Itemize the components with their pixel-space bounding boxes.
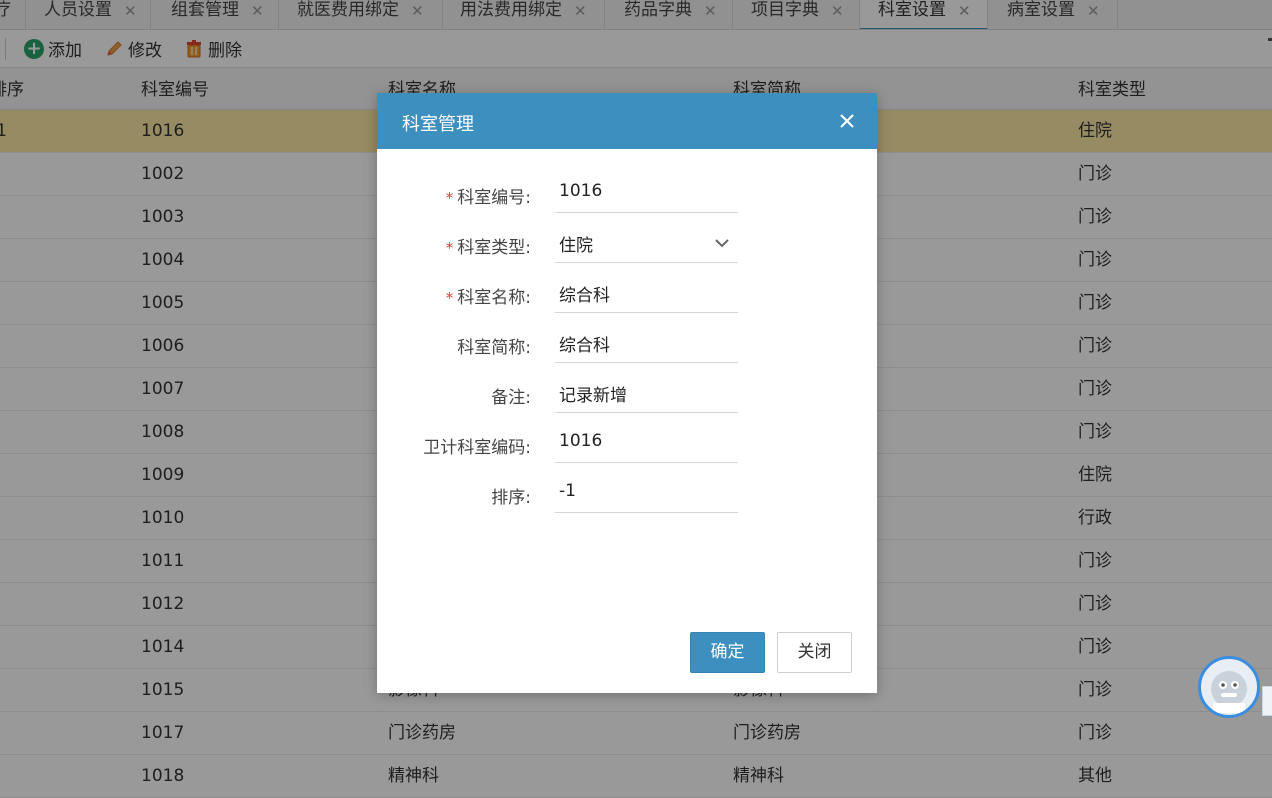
dialog-header: 科室管理: [377, 93, 877, 149]
assistant-side-tab[interactable]: [1262, 686, 1272, 716]
field-value: 1016: [559, 431, 603, 451]
required-asterisk: *: [445, 189, 454, 207]
field-label: * 科室编号:: [446, 183, 531, 208]
form-row: 卫计科室编码: 1016: [377, 423, 877, 463]
department-type-select[interactable]: 住院: [555, 223, 738, 263]
field-value: -1: [559, 481, 576, 501]
assistant-robot-icon[interactable]: [1198, 656, 1260, 718]
required-asterisk: *: [445, 239, 454, 257]
confirm-button[interactable]: 确定: [690, 632, 765, 673]
department-dialog: 科室管理 * 科室编号: 1016 * 科室类型: 住院 * 科室名称: 综合科 科室简称: 综合科…: [377, 93, 877, 693]
field-value: 1016: [559, 181, 603, 201]
field-label-text: 科室名称:: [457, 288, 531, 308]
required-asterisk: *: [445, 289, 454, 307]
field-label-text: 备注:: [491, 388, 531, 408]
field-label: 备注:: [491, 383, 531, 408]
form-row: 排序: -1: [377, 473, 877, 513]
chevron-down-icon[interactable]: [714, 235, 730, 256]
form-row: * 科室类型: 住院: [377, 223, 877, 263]
field-label: * 科室名称:: [446, 283, 531, 308]
field-value: 记录新增: [559, 386, 627, 406]
text-field[interactable]: 记录新增: [555, 373, 738, 413]
field-label-text: 科室简称:: [457, 338, 531, 358]
close-button[interactable]: 关闭: [777, 632, 852, 673]
text-field[interactable]: -1: [555, 473, 738, 513]
form-row: * 科室名称: 综合科: [377, 273, 877, 313]
field-value: 综合科: [559, 286, 610, 306]
form-row: 备注: 记录新增: [377, 373, 877, 413]
form-row: 科室简称: 综合科: [377, 323, 877, 363]
field-value: 综合科: [559, 336, 610, 356]
field-label-text: 排序:: [491, 488, 531, 508]
field-label-text: 科室编号:: [457, 188, 531, 208]
field-label: 卫计科室编码:: [423, 433, 531, 458]
field-label: 排序:: [491, 483, 531, 508]
text-field[interactable]: 1016: [555, 423, 738, 463]
text-field[interactable]: 综合科: [555, 323, 738, 363]
text-field[interactable]: 综合科: [555, 273, 738, 313]
field-value: 住院: [559, 236, 593, 256]
close-icon[interactable]: [835, 109, 859, 133]
field-label: * 科室类型:: [446, 233, 531, 258]
dialog-title: 科室管理: [402, 114, 474, 135]
field-label: 科室简称:: [457, 333, 531, 358]
text-field[interactable]: 1016: [555, 173, 738, 213]
field-label-text: 卫计科室编码:: [423, 438, 531, 458]
field-label-text: 科室类型:: [457, 238, 531, 258]
form-row: * 科室编号: 1016: [377, 173, 877, 213]
